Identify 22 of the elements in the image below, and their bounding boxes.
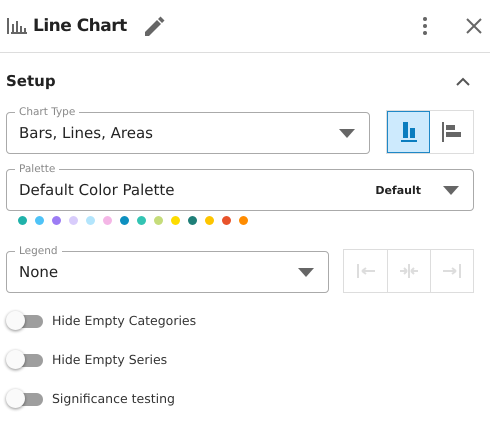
more-icon[interactable] [422, 17, 428, 35]
toggle-label: Significance testing [52, 391, 175, 406]
panel-title: Line Chart [33, 16, 127, 36]
close-icon[interactable] [466, 18, 482, 34]
toggle-switch[interactable] [6, 350, 43, 370]
dropdown-caret-icon[interactable] [339, 128, 355, 138]
toggle-label: Hide Empty Series [52, 352, 168, 367]
dropdown-caret-icon[interactable] [443, 186, 459, 194]
toggle-switch[interactable] [6, 310, 43, 330]
toggle-label: Hide Empty Categories [52, 313, 196, 328]
align-left-icon [356, 261, 376, 281]
align-right-icon [442, 261, 462, 281]
horizontal-bars-icon [442, 122, 462, 142]
bar-chart-icon [7, 18, 27, 34]
toggle-switch[interactable] [6, 388, 43, 408]
dropdown-caret-icon[interactable] [298, 268, 314, 276]
collapse-icon[interactable] [456, 76, 470, 86]
vertical-bars-icon [400, 122, 418, 142]
edit-icon[interactable] [144, 16, 165, 36]
section-title: Setup [6, 72, 56, 90]
orientation-button[interactable] [387, 111, 430, 153]
align-center-icon [399, 261, 419, 281]
